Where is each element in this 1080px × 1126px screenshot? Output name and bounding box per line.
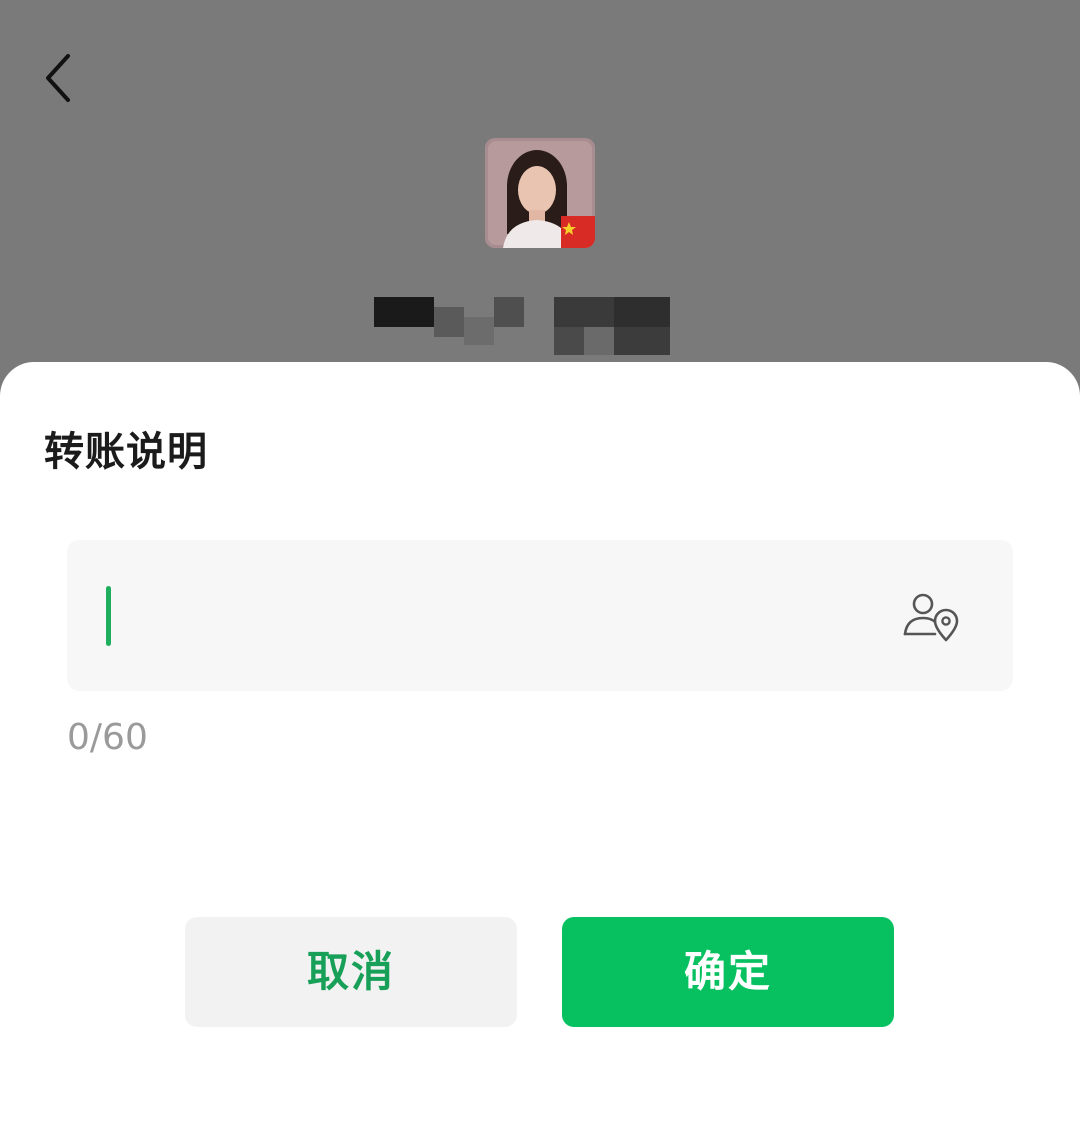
back-button[interactable] xyxy=(36,48,88,108)
recipient-name-blurred xyxy=(374,297,674,359)
transfer-note-dialog: 转账说明 0/60 取消 确定 xyxy=(0,362,1080,1126)
cancel-button[interactable]: 取消 xyxy=(185,917,517,1027)
text-caret xyxy=(106,586,111,646)
recipient-avatar xyxy=(485,138,595,248)
transfer-note-input[interactable] xyxy=(67,540,1013,691)
chevron-left-icon xyxy=(46,54,70,102)
confirm-button[interactable]: 确定 xyxy=(562,917,894,1027)
character-counter: 0/60 xyxy=(67,717,148,758)
person-location-icon[interactable] xyxy=(901,590,961,644)
dialog-title: 转账说明 xyxy=(44,429,208,475)
profile-photo-with-china-flag-icon xyxy=(485,138,595,248)
